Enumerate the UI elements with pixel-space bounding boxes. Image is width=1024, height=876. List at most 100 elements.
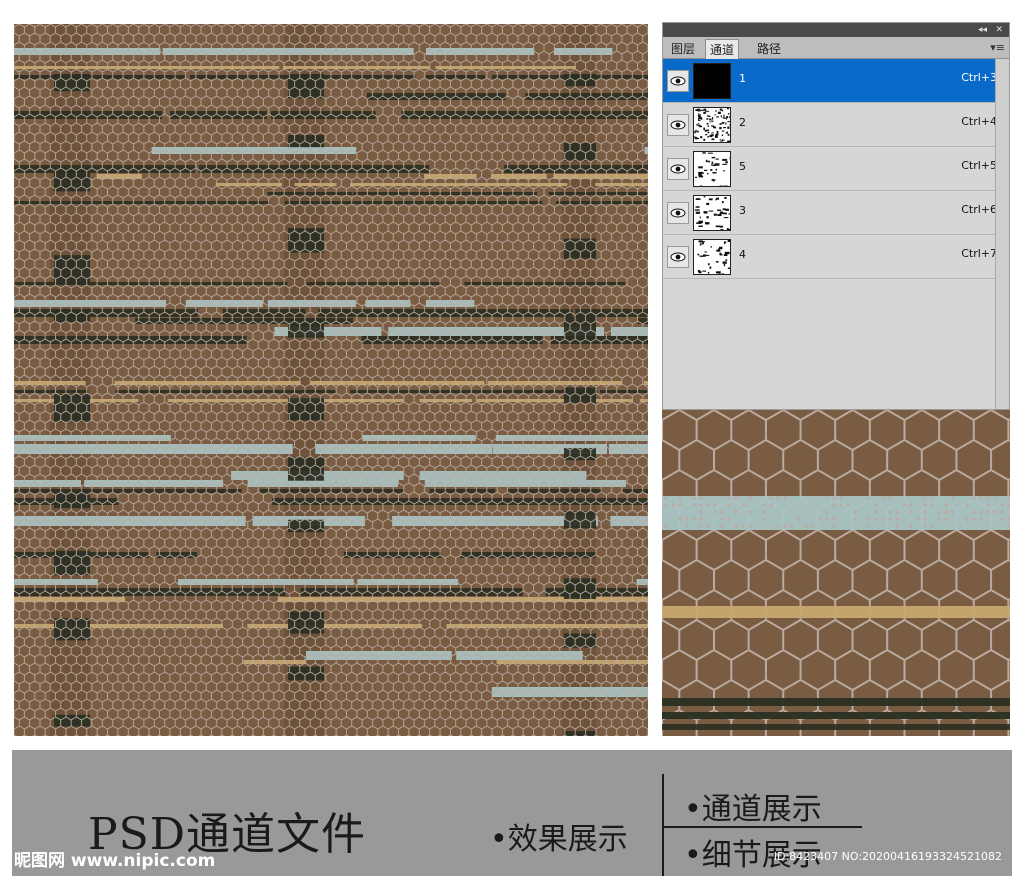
thumb-speck [707,152,713,154]
stripe-dot [972,517,976,521]
thumb-speck [719,123,722,125]
channel-name: 3 [739,204,746,217]
thumb-speck [708,115,711,117]
channel-row-4[interactable]: 4 Ctrl+7 [663,235,1009,279]
thumb-speck [712,164,716,167]
thumb-speck [715,158,719,160]
title-banner: PSD通道文件 •效果展示 •通道展示 •细节展示 昵图网 www.nipic.… [12,750,1012,876]
thumb-speck [721,273,725,274]
stripe-dot [993,496,997,500]
stripe-dot [783,496,787,500]
stripe-dot [937,517,941,521]
thumb-speck [709,121,711,123]
channel-row-2[interactable]: 2 Ctrl+4 [663,103,1009,147]
eye-icon[interactable] [667,158,689,180]
thumb-speck [706,118,709,120]
stripe-dot [762,517,766,521]
eye-icon[interactable] [667,114,689,136]
eye-icon[interactable] [667,70,689,92]
stripe-dot [951,510,955,514]
detail-dark-stripe [662,698,1010,706]
stripe-dot [699,517,703,521]
stripe-dot [895,517,899,521]
thumb-speck [716,133,719,136]
tab-channels[interactable]: 通道 [705,39,740,59]
stripe-dot [846,503,850,507]
channel-row-5[interactable]: 5 Ctrl+5 [663,147,1009,191]
channel-thumbnail [693,195,731,231]
stripe-dot [664,524,668,528]
stripe-dot [902,503,906,507]
stripe-dot [720,524,724,528]
panel-menu-icon[interactable]: ▾≡ [990,39,1005,57]
thumb-speck [725,259,728,261]
thumb-speck [706,216,709,219]
collapse-icon[interactable]: ◂◂ [978,24,987,36]
thumb-speck [709,134,713,138]
stripe-dot [1000,503,1004,507]
thumb-speck [698,166,703,169]
thumb-speck [729,123,730,126]
stripe-dot [1000,517,1004,521]
thumb-speck [696,130,699,133]
thumb-speck [698,175,704,178]
tab-layers[interactable]: 图层 [667,39,699,59]
stripe-dot [720,510,724,514]
channel-row-3[interactable]: 3 Ctrl+6 [663,191,1009,235]
thumb-speck [711,138,715,141]
tab-paths[interactable]: 路径 [753,39,785,59]
thumb-speck [697,253,700,256]
thumb-speck [723,127,727,129]
thumb-speck [703,127,705,130]
stripe-dot [874,517,878,521]
thumb-speck [696,123,698,126]
site-watermark: 昵图网 www.nipic.com [14,851,216,871]
stripe-dot [804,524,808,528]
stripe-dot [664,503,668,507]
stripe-dot [692,517,696,521]
stripe-dot [965,503,969,507]
channel-name: 4 [739,248,746,261]
thumb-speck [698,119,701,121]
stripe-dot [944,517,948,521]
thumb-speck [707,131,710,134]
stripe-dot [909,503,913,507]
thumb-speck [727,267,730,269]
stripe-dot [972,496,976,500]
thumb-speck [700,136,703,139]
thumb-speck [717,163,719,165]
stripe-dot [986,496,990,500]
stripe-dot [678,496,682,500]
stripe-dot [916,517,920,521]
stripe-dot [832,524,836,528]
thumb-speck [727,121,730,123]
thumb-speck [727,113,730,115]
close-icon[interactable]: ✕ [995,24,1003,36]
thumb-speck [707,263,710,266]
stripe-dot [706,524,710,528]
fabric-pattern [14,24,648,736]
panel-scrollbar[interactable] [995,59,1009,409]
thumb-speck [715,225,721,228]
thumb-speck [720,141,722,142]
eye-icon[interactable] [667,202,689,224]
stripe-dot [923,510,927,514]
thumb-speck [695,206,700,208]
channel-row-1[interactable]: 1 Ctrl+3 [663,59,1009,103]
stripe-dot [685,524,689,528]
thumb-speck [726,131,728,134]
stripe-dot [678,503,682,507]
thumb-speck [721,121,725,124]
stripe-dot [979,517,983,521]
thumb-speck [701,255,703,258]
thumb-speck [705,134,708,136]
thumb-speck [708,210,714,212]
stripe-dot [895,524,899,528]
stripe-dot [734,524,738,528]
stripe-dot [874,503,878,507]
stripe-dot [741,503,745,507]
stripe-dot [909,524,913,528]
eye-icon[interactable] [667,246,689,268]
thumb-speck [723,263,726,267]
stripe-dot [944,503,948,507]
